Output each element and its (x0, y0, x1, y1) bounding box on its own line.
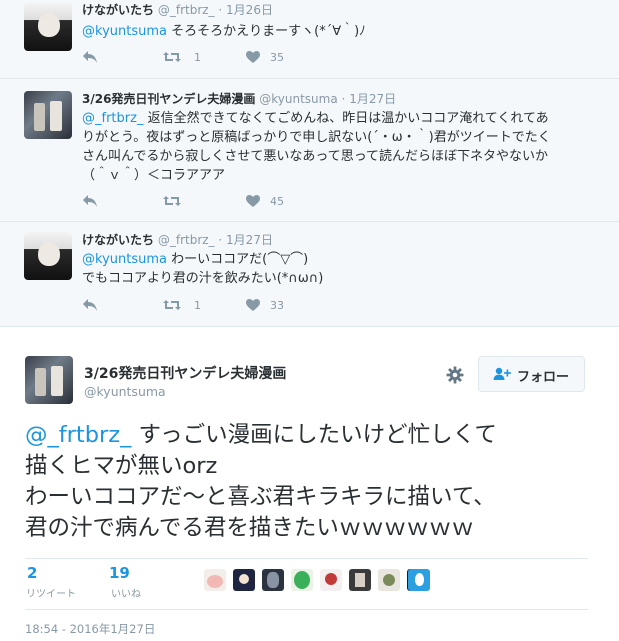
main-tweet-text: @_frtbrz_ すっごい漫画にしたいけど忙しくて 描くヒマが無いorz わー… (25, 422, 497, 541)
follow-person-icon (493, 367, 511, 385)
retweet-icon[interactable] (162, 298, 182, 314)
thread-tweet[interactable]: 3/26発売日刊ヤンデレ夫婦漫画 @kyuntsuma · 1月27日 @_fr… (0, 79, 619, 222)
like-stat-count[interactable]: 19 (109, 564, 130, 582)
main-author-handle[interactable]: @kyuntsuma (84, 384, 166, 399)
follow-label: フォロー (517, 370, 570, 385)
liker-avatar-egg[interactable] (408, 569, 430, 591)
author-handle[interactable]: @kyuntsuma (259, 92, 337, 106)
reply-icon[interactable] (82, 194, 98, 210)
liker-avatar[interactable] (320, 569, 342, 591)
tweet-text: @_frtbrz_ 返信全然できてなくてごめんね、昨日は温かいココア淹れてくれて… (82, 111, 551, 183)
gear-icon[interactable] (446, 366, 464, 388)
follow-button[interactable]: フォロー (478, 356, 585, 392)
author-handle[interactable]: @_frtbrz_ (158, 3, 215, 17)
liker-avatar[interactable] (291, 569, 313, 591)
mention-link[interactable]: @_frtbrz_ (25, 422, 131, 448)
author-name[interactable]: けながいたち (82, 233, 154, 247)
heart-icon[interactable] (245, 194, 261, 210)
tweet-text: @kyuntsuma そろそろかえりまーすヽ(*´∀｀)ﾉ (82, 24, 366, 39)
tweet-date[interactable]: 1月27日 (226, 233, 273, 247)
retweet-icon[interactable] (162, 50, 182, 66)
avatar[interactable] (24, 91, 72, 139)
retweet-icon[interactable] (162, 194, 182, 210)
main-author-name[interactable]: 3/26発売日刊ヤンデレ夫婦漫画 (84, 363, 286, 383)
author-handle[interactable]: @_frtbrz_ (158, 233, 215, 247)
tweet-timestamp[interactable]: 18:54 - 2016年1月27日 (25, 621, 155, 637)
liker-avatar[interactable] (233, 569, 255, 591)
like-count: 35 (270, 51, 284, 64)
like-count: 33 (270, 299, 284, 312)
mention-link[interactable]: @_frtbrz_ (82, 111, 143, 126)
liker-avatar[interactable] (262, 569, 284, 591)
main-avatar[interactable] (25, 356, 73, 404)
thread-tweet[interactable]: けながいたち @_frtbrz_ · 1月26日 @kyuntsuma そろそろ… (0, 0, 619, 79)
liker-avatar[interactable] (349, 569, 371, 591)
like-count: 45 (270, 195, 284, 208)
author-name[interactable]: 3/26発売日刊ヤンデレ夫婦漫画 (82, 92, 255, 106)
retweet-count: 1 (194, 299, 201, 312)
liker-avatar[interactable] (378, 569, 400, 591)
like-stat-label[interactable]: いいね (111, 585, 141, 600)
author-name[interactable]: けながいたち (82, 3, 154, 17)
retweet-stat-count[interactable]: 2 (27, 564, 37, 582)
thread-tweet[interactable]: けながいたち @_frtbrz_ · 1月27日 @kyuntsuma わーいコ… (0, 222, 619, 327)
reply-icon[interactable] (82, 298, 98, 314)
liker-avatar[interactable] (204, 569, 226, 591)
mention-link[interactable]: @kyuntsuma (82, 252, 167, 267)
heart-icon[interactable] (245, 298, 261, 314)
avatar[interactable] (24, 3, 72, 51)
tweet-date[interactable]: 1月27日 (349, 92, 396, 106)
avatar[interactable] (24, 232, 72, 280)
retweet-stat-label[interactable]: リツイート (26, 585, 76, 600)
tweet-date[interactable]: 1月26日 (226, 3, 273, 17)
reply-icon[interactable] (82, 50, 98, 66)
conversation-thread: けながいたち @_frtbrz_ · 1月26日 @kyuntsuma そろそろ… (0, 0, 619, 327)
heart-icon[interactable] (245, 50, 261, 66)
tweet-text: @kyuntsuma わーいココアだ(⌒▽⌒) でもココアより君の汁を飲みたい(… (82, 252, 324, 286)
retweet-count: 1 (194, 51, 201, 64)
mention-link[interactable]: @kyuntsuma (82, 24, 167, 39)
